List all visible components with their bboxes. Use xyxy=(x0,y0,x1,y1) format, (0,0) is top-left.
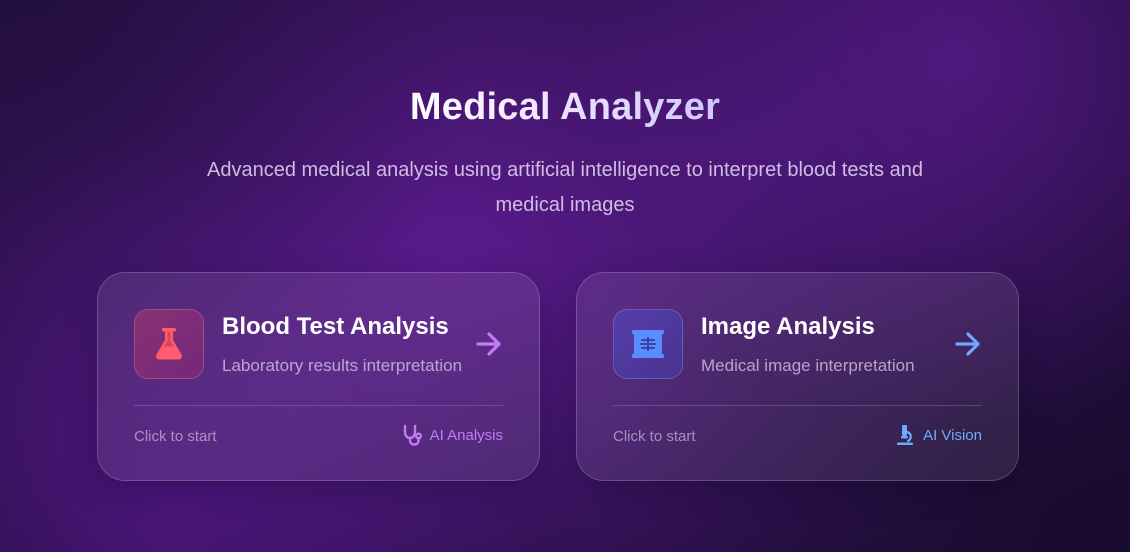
click-to-start-label: Click to start xyxy=(613,428,696,445)
page-header: Medical Analyzer Advanced medical analys… xyxy=(0,86,1130,223)
card-description: Laboratory results interpretation xyxy=(222,356,463,375)
ai-analysis-label: AI Analysis xyxy=(429,426,503,444)
arrow-right-icon[interactable] xyxy=(475,331,503,357)
card-description: Medical image interpretation xyxy=(701,356,915,375)
ai-vision-label: AI Vision xyxy=(923,426,982,444)
page-subtitle: Advanced medical analysis using artifici… xyxy=(207,159,923,216)
microscope-icon xyxy=(897,425,914,445)
card-title: Image Analysis xyxy=(701,313,875,340)
card-divider xyxy=(134,405,503,406)
image-analysis-icon-box xyxy=(613,309,683,379)
arrow-right-icon[interactable] xyxy=(954,331,982,357)
blood-test-icon-box xyxy=(134,309,204,379)
stethoscope-icon xyxy=(403,424,422,446)
ai-analysis-badge: AI Analysis xyxy=(402,424,503,446)
card-title: Blood Test Analysis xyxy=(222,313,449,340)
page-title: Medical Analyzer xyxy=(409,86,721,128)
blood-test-analysis-card[interactable]: Blood Test Analysis Laboratory results i… xyxy=(97,272,540,481)
card-divider xyxy=(613,405,982,406)
click-to-start-label: Click to start xyxy=(134,428,217,445)
flask-icon xyxy=(156,328,182,360)
x-ray-icon xyxy=(632,330,664,358)
image-analysis-card[interactable]: Image Analysis Medical image interpretat… xyxy=(576,272,1019,481)
ai-vision-badge: AI Vision xyxy=(895,424,982,446)
